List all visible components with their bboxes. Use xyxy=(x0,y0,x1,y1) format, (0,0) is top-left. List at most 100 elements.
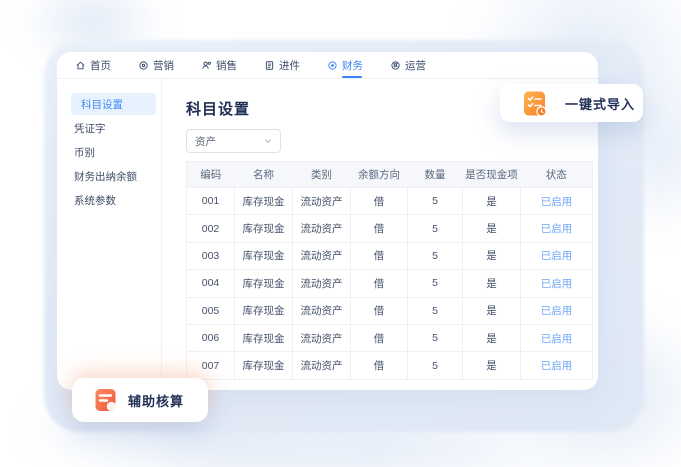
status-badge[interactable]: 已启用 xyxy=(521,215,593,242)
cell-direction: 借 xyxy=(351,242,408,269)
marketing-icon xyxy=(138,60,149,71)
table-row: 005库存现金流动资产借5是已启用 xyxy=(187,297,593,324)
cell-is-cash: 是 xyxy=(463,242,521,269)
nav-item-label: 营销 xyxy=(153,58,174,73)
select-value: 资产 xyxy=(195,134,216,149)
sidebar-item-label: 系统参数 xyxy=(74,193,116,208)
cell-is-cash: 是 xyxy=(463,297,521,324)
cell-name: 库存现金 xyxy=(235,188,293,215)
cell-direction: 借 xyxy=(351,324,408,351)
cell-category: 流动资产 xyxy=(293,297,351,324)
checklist-clock-icon xyxy=(522,90,549,117)
column-header-category: 类别 xyxy=(293,162,351,188)
cell-direction: 借 xyxy=(351,297,408,324)
sidebar-item-label: 科目设置 xyxy=(81,97,123,112)
cell-name: 库存现金 xyxy=(235,297,293,324)
cell-quantity: 5 xyxy=(408,352,463,379)
one-click-import-label: 一键式导入 xyxy=(565,94,635,113)
table-row: 007库存现金流动资产借5是已启用 xyxy=(187,352,593,379)
sales-icon xyxy=(201,60,212,71)
status-badge[interactable]: 已启用 xyxy=(521,297,593,324)
top-navigation: 首页 营销 销售 进件 财务 运营 xyxy=(57,52,598,79)
status-badge[interactable]: 已启用 xyxy=(521,242,593,269)
nav-item-documents[interactable]: 进件 xyxy=(264,52,300,78)
cell-name: 库存现金 xyxy=(235,270,293,297)
cell-is-cash: 是 xyxy=(463,324,521,351)
table-header-row: 编码 名称 类别 余额方向 数量 是否现金项 状态 xyxy=(187,162,593,188)
table-row: 004库存现金流动资产借5是已启用 xyxy=(187,270,593,297)
cell-code: 007 xyxy=(187,352,235,379)
home-icon xyxy=(75,60,86,71)
chevron-down-icon xyxy=(264,137,272,145)
cell-direction: 借 xyxy=(351,215,408,242)
cell-name: 库存现金 xyxy=(235,215,293,242)
nav-item-sales[interactable]: 销售 xyxy=(201,52,237,78)
cell-category: 流动资产 xyxy=(293,324,351,351)
finance-icon xyxy=(327,60,338,71)
column-header-quantity: 数量 xyxy=(408,162,463,188)
document-lines-icon xyxy=(93,387,120,414)
sidebar-item-label: 凭证字 xyxy=(74,121,106,136)
operations-icon xyxy=(390,60,401,71)
cell-category: 流动资产 xyxy=(293,215,351,242)
cell-direction: 借 xyxy=(351,188,408,215)
cell-name: 库存现金 xyxy=(235,352,293,379)
cell-category: 流动资产 xyxy=(293,270,351,297)
nav-item-operations[interactable]: 运营 xyxy=(390,52,426,78)
status-badge[interactable]: 已启用 xyxy=(521,324,593,351)
table-row: 006库存现金流动资产借5是已启用 xyxy=(187,324,593,351)
cell-quantity: 5 xyxy=(408,324,463,351)
cell-quantity: 5 xyxy=(408,188,463,215)
cell-quantity: 5 xyxy=(408,297,463,324)
asset-type-select[interactable]: 资产 xyxy=(186,129,281,153)
main-content: 科目设置 资产 编码 名称 类别 余额方向 数量 是否现金项 xyxy=(162,79,598,390)
table-row: 002库存现金流动资产借5是已启用 xyxy=(187,215,593,242)
cell-code: 001 xyxy=(187,188,235,215)
cell-name: 库存现金 xyxy=(235,324,293,351)
sidebar-item-subject-settings[interactable]: 科目设置 xyxy=(71,93,156,115)
status-badge[interactable]: 已启用 xyxy=(521,188,593,215)
documents-icon xyxy=(264,60,275,71)
auxiliary-accounting-card[interactable]: 辅助核算 xyxy=(72,378,208,422)
cell-is-cash: 是 xyxy=(463,352,521,379)
cell-category: 流动资产 xyxy=(293,352,351,379)
cell-quantity: 5 xyxy=(408,270,463,297)
cell-is-cash: 是 xyxy=(463,188,521,215)
cell-name: 库存现金 xyxy=(235,242,293,269)
nav-item-label: 进件 xyxy=(279,58,300,73)
nav-item-home[interactable]: 首页 xyxy=(75,52,111,78)
cell-direction: 借 xyxy=(351,270,408,297)
one-click-import-card[interactable]: 一键式导入 xyxy=(500,84,643,122)
screenshot-canvas: 首页 营销 销售 进件 财务 运营 xyxy=(0,0,681,467)
cell-code: 004 xyxy=(187,270,235,297)
cell-code: 003 xyxy=(187,242,235,269)
status-badge[interactable]: 已启用 xyxy=(521,270,593,297)
cell-direction: 借 xyxy=(351,352,408,379)
sidebar-item-label: 币别 xyxy=(74,145,95,160)
sidebar-item-currency[interactable]: 币别 xyxy=(57,140,161,164)
sidebar-item-voucher-word[interactable]: 凭证字 xyxy=(57,116,161,140)
column-header-status: 状态 xyxy=(521,162,593,188)
column-header-direction: 余额方向 xyxy=(351,162,408,188)
cell-category: 流动资产 xyxy=(293,188,351,215)
nav-item-finance[interactable]: 财务 xyxy=(327,52,363,78)
table-row: 001库存现金流动资产借5是已启用 xyxy=(187,188,593,215)
sidebar-item-cashier-balance[interactable]: 财务出纳余额 xyxy=(57,164,161,188)
column-header-name: 名称 xyxy=(235,162,293,188)
cell-code: 002 xyxy=(187,215,235,242)
nav-item-marketing[interactable]: 营销 xyxy=(138,52,174,78)
column-header-is-cash: 是否现金项 xyxy=(463,162,521,188)
cell-quantity: 5 xyxy=(408,215,463,242)
nav-item-label: 财务 xyxy=(342,58,363,73)
nav-item-label: 首页 xyxy=(90,58,111,73)
table-row: 003库存现金流动资产借5是已启用 xyxy=(187,242,593,269)
auxiliary-accounting-label: 辅助核算 xyxy=(128,391,184,410)
cell-is-cash: 是 xyxy=(463,270,521,297)
status-badge[interactable]: 已启用 xyxy=(521,352,593,379)
cell-category: 流动资产 xyxy=(293,242,351,269)
cell-is-cash: 是 xyxy=(463,215,521,242)
sidebar-item-system-params[interactable]: 系统参数 xyxy=(57,188,161,212)
column-header-code: 编码 xyxy=(187,162,235,188)
sidebar: 科目设置 凭证字 币别 财务出纳余额 系统参数 xyxy=(57,79,162,390)
subjects-table: 编码 名称 类别 余额方向 数量 是否现金项 状态 001库存现金流动资产借5是… xyxy=(186,161,593,380)
